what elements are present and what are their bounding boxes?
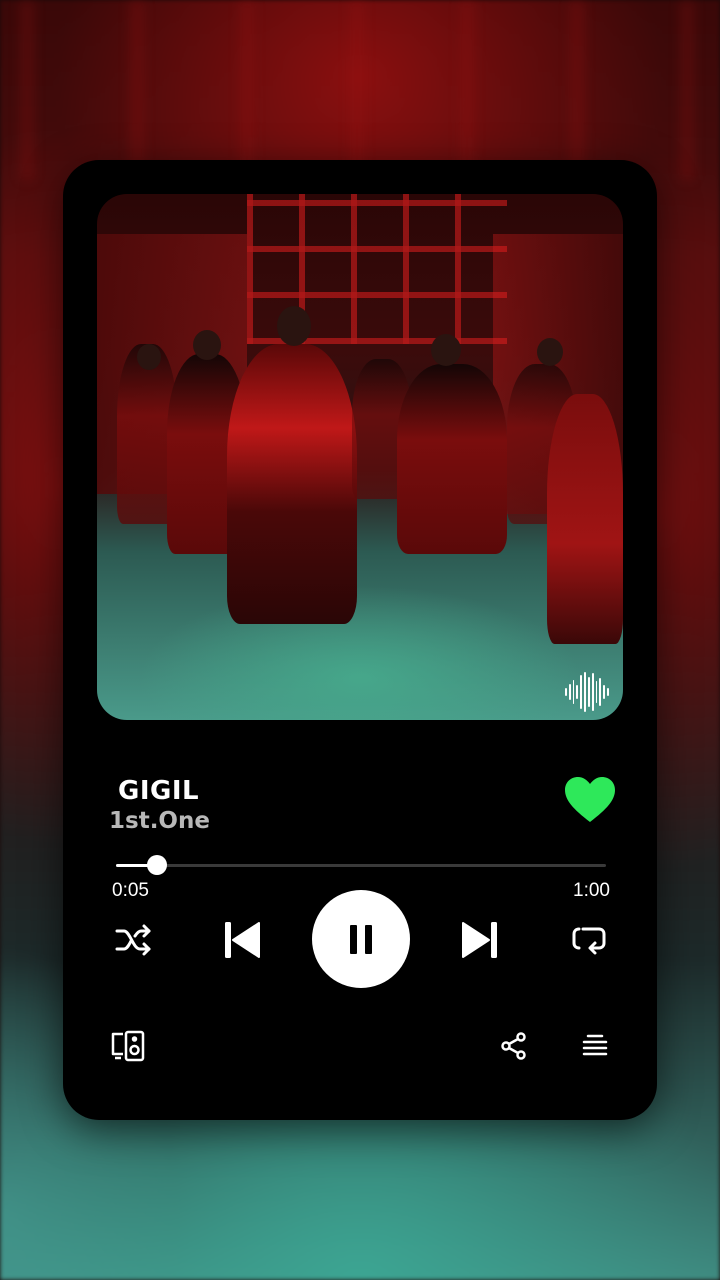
share-icon bbox=[501, 1032, 526, 1060]
pause-button[interactable] bbox=[312, 890, 410, 988]
queue-icon bbox=[582, 1034, 608, 1056]
artwork-dancer bbox=[547, 394, 623, 644]
song-title: GIGIL bbox=[118, 776, 200, 806]
previous-button[interactable] bbox=[223, 919, 261, 961]
artwork-dancer-head bbox=[537, 338, 563, 366]
skip-previous-icon bbox=[225, 922, 260, 958]
artwork-dancer bbox=[227, 344, 357, 624]
progress-track bbox=[116, 864, 606, 867]
repeat-button[interactable] bbox=[569, 921, 609, 959]
next-button[interactable] bbox=[461, 919, 499, 961]
progress-knob[interactable] bbox=[146, 855, 167, 875]
waveform-icon bbox=[565, 672, 609, 712]
artwork-dancer bbox=[397, 364, 507, 554]
elapsed-time: 0:05 bbox=[112, 880, 149, 901]
artwork-dancer-head bbox=[193, 330, 221, 360]
skip-next-icon bbox=[462, 922, 497, 958]
album-artwork bbox=[97, 194, 623, 720]
progress-slider[interactable] bbox=[116, 854, 606, 876]
artwork-dancer-head bbox=[137, 344, 161, 370]
heart-icon bbox=[565, 777, 615, 822]
artwork-dancer-head bbox=[431, 334, 461, 366]
connect-device-icon bbox=[111, 1030, 145, 1062]
like-button[interactable] bbox=[563, 776, 617, 824]
connect-device-button[interactable] bbox=[109, 1030, 147, 1062]
shuffle-button[interactable] bbox=[113, 920, 155, 960]
artist-name[interactable]: 1st.One bbox=[109, 808, 210, 834]
artwork-dancer-head bbox=[277, 306, 311, 346]
queue-button[interactable] bbox=[582, 1032, 608, 1060]
share-button[interactable] bbox=[501, 1032, 527, 1060]
repeat-icon bbox=[572, 927, 606, 955]
background-window-pattern bbox=[20, 0, 700, 180]
shuffle-icon bbox=[115, 924, 151, 956]
music-player-card: GIGIL 1st.One 0:05 1:00 bbox=[63, 160, 657, 1120]
total-time: 1:00 bbox=[573, 880, 610, 901]
